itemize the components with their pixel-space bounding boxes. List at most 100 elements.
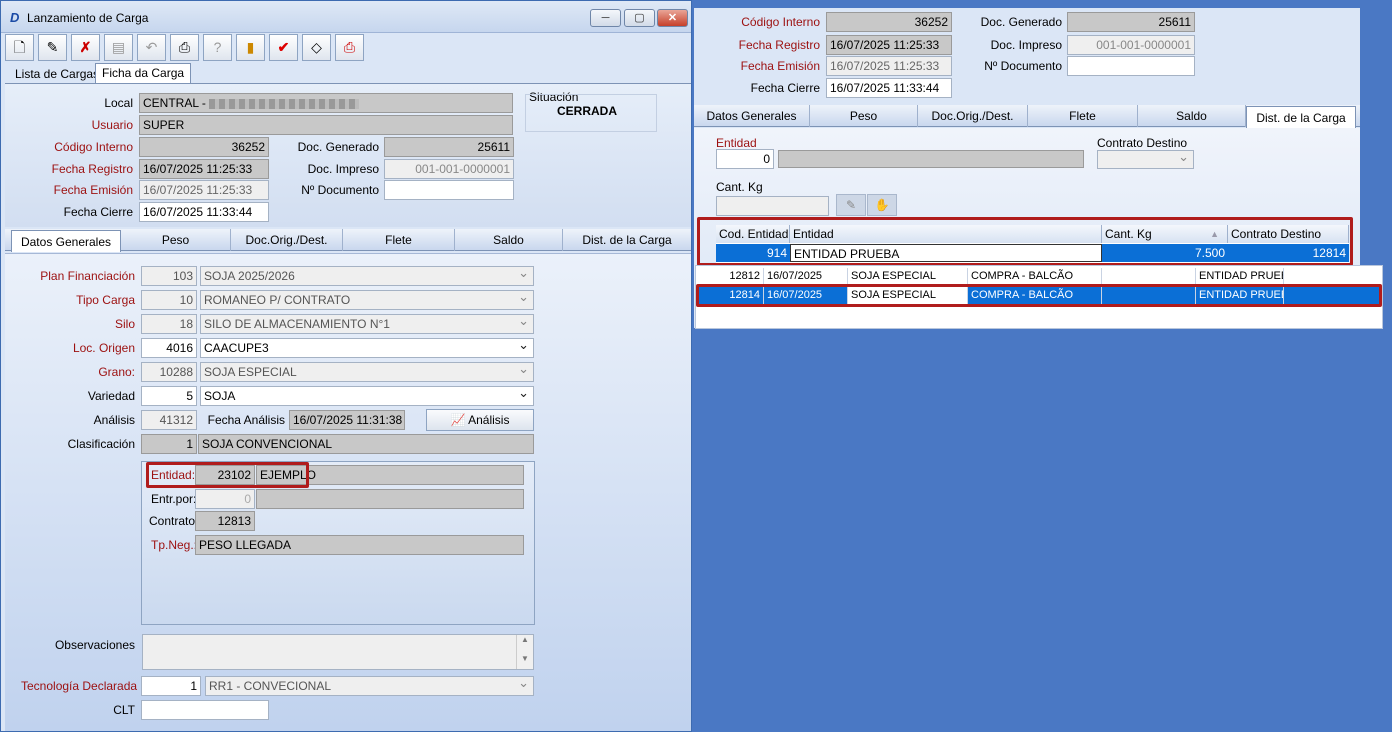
plan-code[interactable]: 103 (141, 266, 197, 286)
r-fechaemi-field[interactable]: 16/07/2025 11:25:33 (826, 56, 952, 76)
fechareg-field[interactable]: 16/07/2025 11:25:33 (139, 159, 269, 179)
grano-select[interactable]: SOJA ESPECIAL (200, 362, 534, 382)
clt-label: CLT (113, 703, 135, 717)
variedad-select[interactable]: SOJA (200, 386, 534, 406)
r-fechareg-field[interactable]: 16/07/2025 11:25:33 (826, 35, 952, 55)
silo-select[interactable]: SILO DE ALMACENAMIENTO N°1 (200, 314, 534, 334)
close-button[interactable]: ✕ (657, 9, 688, 27)
origen-label: Loc. Origen (72, 341, 135, 355)
chart-icon: 📈 (450, 413, 469, 427)
undo-icon[interactable]: ↶ (137, 34, 166, 61)
codigo-field[interactable]: 36252 (139, 137, 269, 157)
ndoc-label: Nº Documento (301, 183, 379, 197)
new-doc-icon[interactable]: 🗋 (5, 34, 34, 61)
r-tab-flete[interactable]: Flete (1028, 105, 1138, 127)
analisis-button[interactable]: 📈 Análisis (426, 409, 534, 431)
tpneg-field[interactable]: PESO LLEGADA (195, 535, 524, 555)
contrato-field[interactable]: 12813 (195, 511, 255, 531)
local-field[interactable]: CENTRAL - (139, 93, 513, 113)
r-tab-saldo[interactable]: Saldo (1138, 105, 1246, 127)
save-icon[interactable]: ▤ (104, 34, 133, 61)
r-tab-doc-orig-dest[interactable]: Doc.Orig./Dest. (918, 105, 1028, 127)
ndoc-field[interactable] (384, 180, 514, 200)
clasif-code[interactable]: 1 (141, 434, 197, 454)
obs-scrollbar[interactable]: ▲ ▼ (516, 635, 533, 669)
analisis-code[interactable]: 41312 (141, 410, 197, 430)
delete-doc-icon[interactable]: ✗ (71, 34, 100, 61)
entrpor-code[interactable]: 0 (195, 489, 255, 509)
r-cantkg-field[interactable] (716, 196, 829, 216)
origen-select[interactable]: CAACUPE3 (200, 338, 534, 358)
list-highlight (696, 284, 1382, 307)
tab-lista-de-cargas[interactable]: Lista de Cargas (9, 65, 105, 83)
maximize-button[interactable]: ▢ (624, 9, 655, 27)
clt-field[interactable] (141, 700, 269, 720)
plan-select[interactable]: SOJA 2025/2026 (200, 266, 534, 286)
r-codigo-field[interactable]: 36252 (826, 12, 952, 32)
minimize-button[interactable]: ─ (590, 9, 621, 27)
variedad-code[interactable]: 5 (141, 386, 197, 406)
r-entidad-code[interactable]: 0 (716, 149, 774, 169)
r-contrato-select[interactable] (1097, 150, 1194, 169)
list-item[interactable]: 12812 16/07/2025 SOJA ESPECIAL COMPRA - … (696, 268, 1382, 285)
confirm-icon[interactable]: ✔ (269, 34, 298, 61)
print-icon[interactable]: ⎙ (170, 34, 199, 61)
r-entidad-field[interactable] (778, 150, 1084, 168)
r-docimp-label: Doc. Impreso (990, 38, 1062, 52)
remove-row-icon[interactable]: ✋ (867, 194, 897, 216)
r-ndoc-field[interactable] (1067, 56, 1195, 76)
r-docimp-field[interactable]: 001-001-0000001 (1067, 35, 1195, 55)
r-ndoc-label: Nº Documento (984, 59, 1062, 73)
title-bar[interactable]: D Lanzamiento de Carga ─ ▢ ✕ (1, 1, 691, 33)
print-report-icon[interactable]: ⎙ (335, 34, 364, 61)
silo-label: Silo (114, 317, 135, 331)
silo-code[interactable]: 18 (141, 314, 197, 334)
edit-doc-icon[interactable]: ✎ (38, 34, 67, 61)
tab-dist-de-la-carga[interactable]: Dist. de la Carga (563, 229, 691, 251)
local-label: Local (104, 96, 133, 110)
tec-select[interactable]: RR1 - CONVECIONAL (205, 676, 534, 696)
r-tab-peso[interactable]: Peso (810, 105, 918, 127)
tab-datos-generales[interactable]: Datos Generales (11, 230, 121, 252)
fechacierre-field[interactable]: 16/07/2025 11:33:44 (139, 202, 269, 222)
tab-saldo[interactable]: Saldo (455, 229, 563, 251)
detail-tabs: Datos Generales Peso Doc.Orig./Dest. Fle… (5, 229, 691, 252)
fechaemi-label: Fecha Emisión (53, 183, 133, 197)
tec-code[interactable]: 1 (141, 676, 201, 696)
erase-icon[interactable]: ◇ (302, 34, 331, 61)
observaciones-field[interactable] (142, 634, 534, 670)
origen-code[interactable]: 4016 (141, 338, 197, 358)
tab-flete[interactable]: Flete (343, 229, 455, 251)
tab-ficha-da-carga[interactable]: Ficha da Carga (95, 63, 192, 83)
clasif-field[interactable]: SOJA CONVENCIONAL (198, 434, 534, 454)
clasif-label: Clasificación (67, 437, 135, 451)
grid-highlight (697, 217, 1353, 266)
tab-peso[interactable]: Peso (121, 229, 231, 251)
docgen-field[interactable]: 25611 (384, 137, 514, 157)
r-tab-dist-de-la-carga[interactable]: Dist. de la Carga (1246, 106, 1356, 128)
docimp-field[interactable]: 001-001-0000001 (384, 159, 514, 179)
tab-doc-orig-dest[interactable]: Doc.Orig./Dest. (231, 229, 343, 251)
tec-label: Tecnología Declarada (21, 679, 138, 693)
fechaemi-field[interactable]: 16/07/2025 11:25:33 (139, 180, 269, 200)
r-contrato-label: Contrato Destino (1097, 136, 1188, 150)
usuario-field[interactable]: SUPER (139, 115, 513, 135)
situacion-value: CERRADA (557, 104, 617, 118)
tipo-select[interactable]: ROMANEO P/ CONTRATO (200, 290, 534, 310)
r-tab-datos-generales[interactable]: Datos Generales (694, 105, 810, 127)
entrpor-field[interactable] (256, 489, 524, 509)
scroll-up-icon[interactable]: ▲ (517, 635, 533, 644)
obs-label: Observaciones (54, 638, 135, 652)
fechareg-label: Fecha Registro (51, 162, 133, 176)
help-icon[interactable]: ? (203, 34, 232, 61)
r-fechacierre-field[interactable]: 16/07/2025 11:33:44 (826, 78, 952, 98)
grano-code[interactable]: 10288 (141, 362, 197, 382)
exit-icon[interactable]: ▮ (236, 34, 265, 61)
add-row-icon[interactable]: ✎ (836, 194, 866, 216)
app-logo-icon: D (10, 10, 20, 25)
scroll-down-icon[interactable]: ▼ (517, 654, 533, 663)
r-docgen-field[interactable]: 25611 (1067, 12, 1195, 32)
docgen-label: Doc. Generado (297, 140, 379, 154)
tipo-code[interactable]: 10 (141, 290, 197, 310)
fecha-analisis-field[interactable]: 16/07/2025 11:31:38 (289, 410, 405, 430)
